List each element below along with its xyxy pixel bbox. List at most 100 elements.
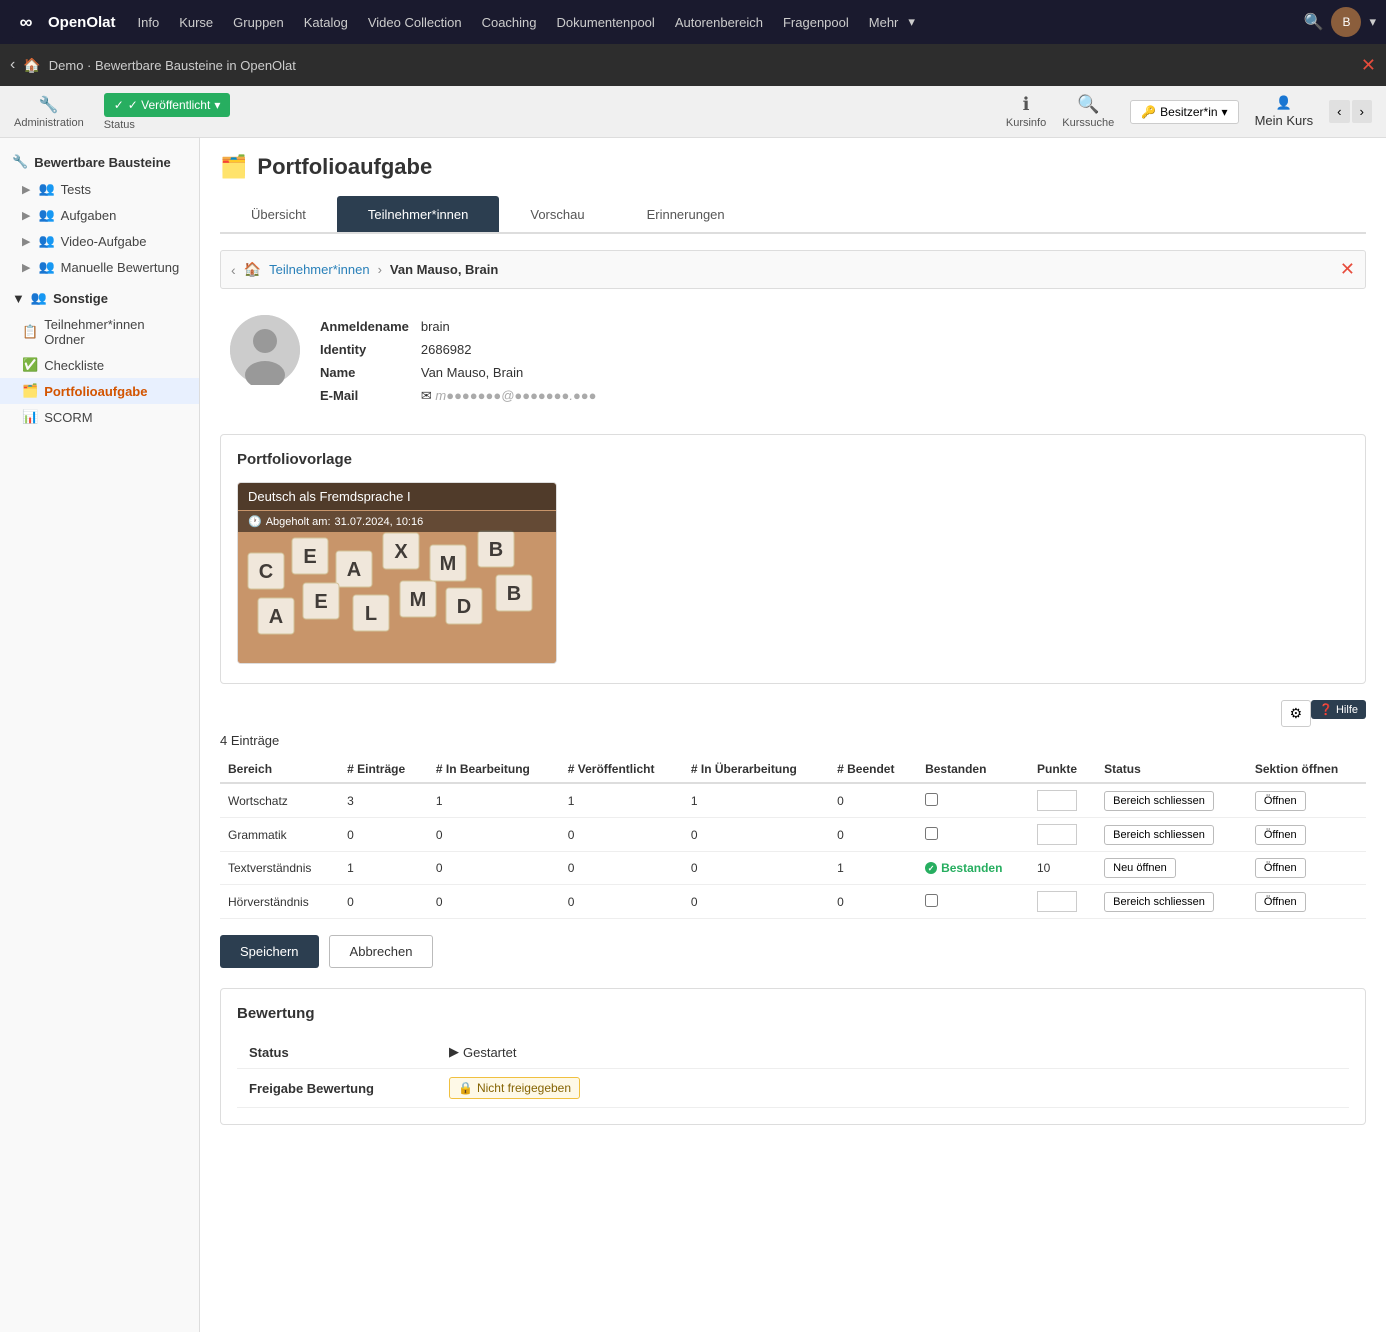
table-row: Hörverständnis 0 0 0 0 0 Bereich schlies… (220, 885, 1366, 919)
user-details-table: Anmeldename brain Identity 2686982 Name … (320, 315, 609, 408)
kurssuche-button[interactable]: 🔍 Kurssuche (1062, 94, 1114, 129)
cancel-button[interactable]: Abbrechen (329, 935, 434, 968)
sidebar-item-manuelle-bewertung[interactable]: ▶ 👥 Manuelle Bewertung (0, 254, 199, 280)
email-label: E-Mail (320, 384, 421, 408)
app-logo[interactable]: ∞ OpenOlat (10, 6, 116, 38)
tab-teilnehmer[interactable]: Teilnehmer*innen (337, 196, 499, 232)
back-button[interactable]: ‹ (10, 56, 15, 74)
bestanden-checkbox[interactable] (925, 793, 938, 806)
sidebar-item-portfolioaufgabe[interactable]: 🗂️ Portfolioaufgabe (0, 378, 199, 404)
portfolio-card-date: 🕐 Abgeholt am: 31.07.2024, 10:16 (238, 511, 557, 532)
rolle-button[interactable]: 🔑 Besitzer*in ▾ (1130, 100, 1238, 124)
entries-table: Bereich # Einträge # In Bearbeitung # Ve… (220, 756, 1366, 919)
chevron-right-icon: › (378, 262, 382, 277)
mein-kurs-button[interactable]: 👤 Mein Kurs (1255, 95, 1314, 128)
col-bereich: Bereich (220, 756, 339, 783)
save-button[interactable]: Speichern (220, 935, 319, 968)
bestanden-cell[interactable] (917, 885, 1029, 919)
bestanden-checkbox[interactable] (925, 894, 938, 907)
col-bestanden: Bestanden (917, 756, 1029, 783)
nav-kurse[interactable]: Kurse (171, 11, 221, 34)
nav-coaching[interactable]: Coaching (474, 11, 545, 34)
col-sektion-oeffnen: Sektion öffnen (1247, 756, 1366, 783)
nav-info[interactable]: Info (130, 11, 168, 34)
identity-value: 2686982 (421, 338, 609, 361)
bestanden-checkbox[interactable] (925, 827, 938, 840)
sidebar-item-tests[interactable]: ▶ 👥 Tests (0, 176, 199, 202)
nav-video-collection[interactable]: Video Collection (360, 11, 470, 34)
nav-autorenbereich[interactable]: Autorenbereich (667, 11, 771, 34)
expand-icon: ▼ (12, 291, 25, 306)
sidebar-item-scorm[interactable]: 📊 SCORM (0, 404, 199, 430)
sidebar-item-label: Video-Aufgabe (61, 234, 147, 249)
punkte-input[interactable] (1037, 891, 1077, 912)
sidebar-item-teilnehmer-ordner[interactable]: 📋 Teilnehmer*innen Ordner (0, 312, 199, 352)
sektion-oeffnen-cell[interactable]: Öffnen (1247, 885, 1366, 919)
nav-mehr[interactable]: Mehr ▾ (861, 11, 915, 34)
table-header-row: Bereich # Einträge # In Bearbeitung # Ve… (220, 756, 1366, 783)
sidebar-item-checkliste[interactable]: ✅ Checkliste (0, 352, 199, 378)
sidebar-section-title: Bewertbare Bausteine (34, 155, 171, 170)
status-action-cell[interactable]: Bereich schliessen (1096, 818, 1247, 852)
status-text: Gestartet (463, 1045, 516, 1060)
bereich-schliessen-button[interactable]: Bereich schliessen (1104, 825, 1214, 845)
info-icon: ℹ (1023, 94, 1030, 115)
gear-button[interactable]: ⚙ (1281, 700, 1312, 727)
user-avatar (230, 315, 300, 385)
punkte-input[interactable] (1037, 824, 1077, 845)
help-button[interactable]: ❓ Hilfe (1311, 700, 1366, 719)
portfolio-card[interactable]: C E A X M B (237, 482, 557, 664)
nav-gruppen[interactable]: Gruppen (225, 11, 292, 34)
oeffnen-button[interactable]: Öffnen (1255, 858, 1306, 878)
close-participant-button[interactable]: ✕ (1340, 259, 1355, 280)
bewertung-icon: 👥 (38, 259, 54, 275)
tab-vorschau[interactable]: Vorschau (499, 196, 615, 232)
user-avatar[interactable]: B (1331, 7, 1361, 37)
nav-dokumentenpool[interactable]: Dokumentenpool (549, 11, 663, 34)
oeffnen-button[interactable]: Öffnen (1255, 825, 1306, 845)
page-title-area: 🗂️ Portfolioaufgabe (220, 154, 1366, 180)
chevron-down-icon[interactable]: ▾ (1369, 14, 1376, 30)
nav-next-button[interactable]: › (1352, 100, 1372, 123)
bereich-name: Hörverständnis (220, 885, 339, 919)
oeffnen-button[interactable]: Öffnen (1255, 892, 1306, 912)
nav-fragenpool[interactable]: Fragenpool (775, 11, 857, 34)
sidebar-item-aufgaben[interactable]: ▶ 👥 Aufgaben (0, 202, 199, 228)
col-in-bearbeitung: # In Bearbeitung (428, 756, 560, 783)
status-action-cell[interactable]: Neu öffnen (1096, 852, 1247, 885)
gestartet-badge: ▶ Gestartet (449, 1044, 1337, 1060)
home-icon[interactable]: 🏠 (23, 57, 40, 74)
neu-oeffnen-button[interactable]: Neu öffnen (1104, 858, 1176, 878)
page-title: Portfolioaufgabe (257, 154, 432, 180)
sektion-oeffnen-cell[interactable]: Öffnen (1247, 818, 1366, 852)
bereich-schliessen-button[interactable]: Bereich schliessen (1104, 791, 1214, 811)
bestanden-cell[interactable] (917, 818, 1029, 852)
oeffnen-button[interactable]: Öffnen (1255, 791, 1306, 811)
kursinfo-label: Kursinfo (1006, 117, 1046, 129)
bereich-schliessen-button[interactable]: Bereich schliessen (1104, 892, 1214, 912)
home-icon[interactable]: 🏠 (244, 261, 261, 278)
sidebar-item-video-aufgabe[interactable]: ▶ 👥 Video-Aufgabe (0, 228, 199, 254)
sektion-oeffnen-cell[interactable]: Öffnen (1247, 852, 1366, 885)
tab-erinnerungen[interactable]: Erinnerungen (616, 196, 756, 232)
participant-list-link[interactable]: Teilnehmer*innen (269, 262, 369, 277)
sidebar-item-label: Manuelle Bewertung (61, 260, 180, 275)
nav-prev-arrow[interactable]: ‹ (231, 262, 236, 278)
main-content: 🗂️ Portfolioaufgabe Übersicht Teilnehmer… (200, 138, 1386, 1332)
nav-prev-button[interactable]: ‹ (1329, 100, 1349, 123)
kursinfo-button[interactable]: ℹ Kursinfo (1006, 94, 1046, 129)
close-window-button[interactable]: ✕ (1361, 55, 1376, 76)
main-layout: 🔧 Bewertbare Bausteine ▶ 👥 Tests ▶ 👥 Auf… (0, 138, 1386, 1332)
tab-uebersicht[interactable]: Übersicht (220, 196, 337, 232)
status-button[interactable]: ✓ ✓ Veröffentlicht ▾ (104, 93, 231, 117)
status-action-cell[interactable]: Bereich schliessen (1096, 885, 1247, 919)
sidebar-item-label: Teilnehmer*innen Ordner (44, 317, 187, 347)
bestanden-cell[interactable] (917, 783, 1029, 818)
nav-katalog[interactable]: Katalog (296, 11, 356, 34)
punkte-input[interactable] (1037, 790, 1077, 811)
col-beendet: # Beendet (829, 756, 917, 783)
status-action-cell[interactable]: Bereich schliessen (1096, 783, 1247, 818)
search-icon[interactable]: 🔍 (1304, 12, 1324, 32)
administration-button[interactable]: 🔧 Administration (14, 95, 84, 129)
sektion-oeffnen-cell[interactable]: Öffnen (1247, 783, 1366, 818)
